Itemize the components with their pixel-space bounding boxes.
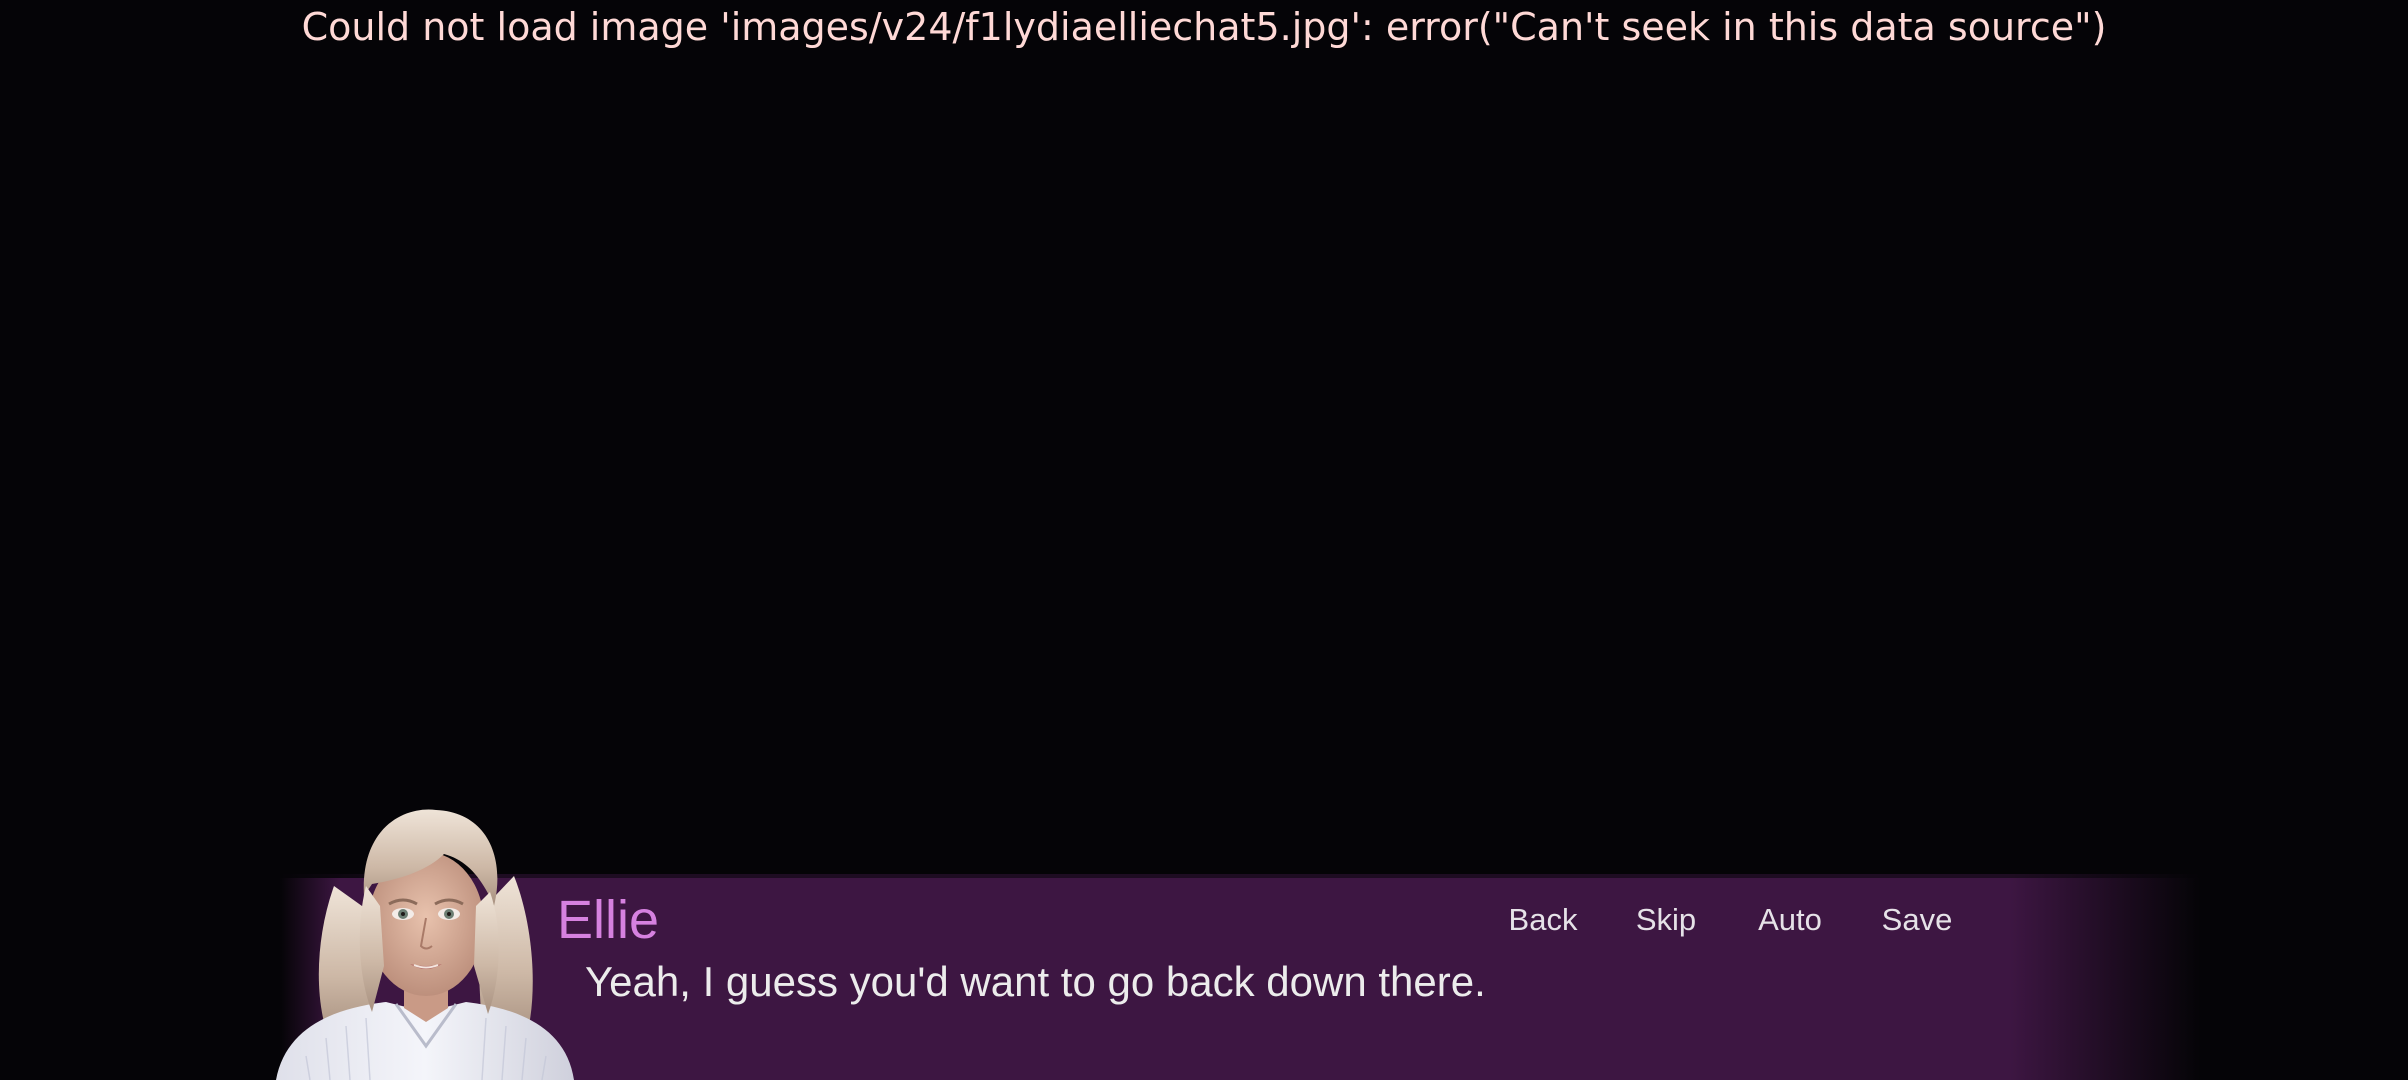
ellie-side-portrait [276, 809, 574, 1080]
quick-menu: Back Skip Auto Save [1488, 900, 1972, 940]
image-load-error: Could not load image 'images/v24/f1lydia… [301, 5, 2107, 49]
auto-button[interactable]: Auto [1735, 900, 1845, 940]
back-button[interactable]: Back [1488, 900, 1598, 940]
speaker-name: Ellie [557, 890, 660, 950]
save-button[interactable]: Save [1862, 900, 1972, 940]
game-stage[interactable]: Could not load image 'images/v24/f1lydia… [0, 0, 2408, 1080]
dialogue-text: Yeah, I guess you'd want to go back down… [585, 958, 1486, 1005]
skip-button[interactable]: Skip [1611, 900, 1721, 940]
